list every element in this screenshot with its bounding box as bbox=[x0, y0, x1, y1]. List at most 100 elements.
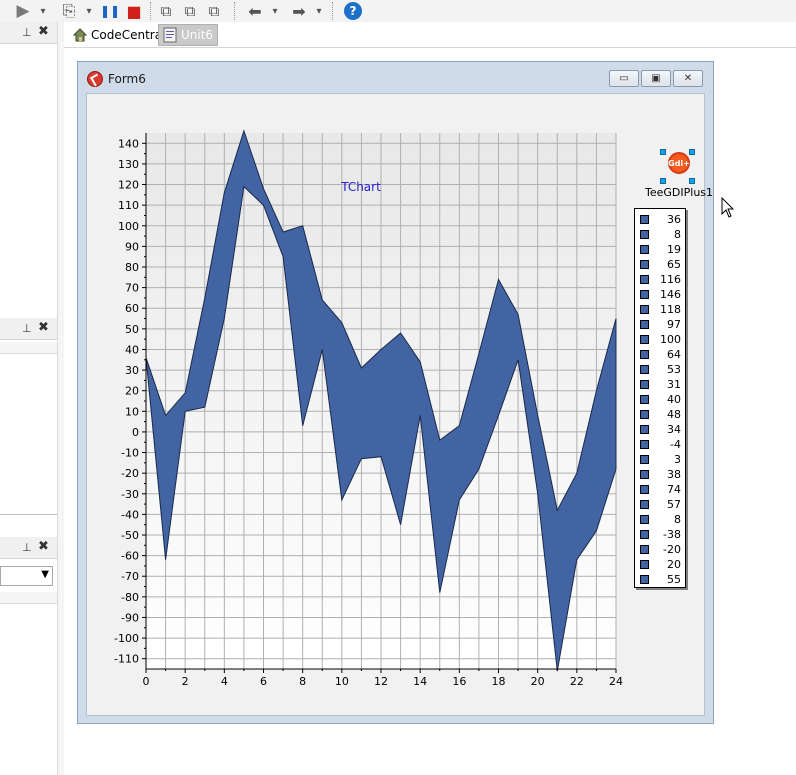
legend-item: 97 bbox=[635, 317, 687, 332]
stop-icon[interactable]: ■ bbox=[124, 0, 144, 22]
toolbar-separator bbox=[234, 2, 235, 20]
legend-item: -38 bbox=[635, 527, 687, 542]
forward-icon[interactable]: ➡ bbox=[288, 0, 310, 22]
tab-unit6[interactable]: Unit6 bbox=[158, 24, 219, 46]
step-over-icon[interactable]: ⎘ bbox=[58, 0, 80, 22]
forward-dropdown-icon[interactable]: ▾ bbox=[314, 0, 324, 22]
close-icon[interactable]: ✖ bbox=[38, 539, 49, 554]
y-tick-label: 70 bbox=[125, 282, 139, 295]
toolbar-separator bbox=[332, 2, 333, 20]
align-icon[interactable]: ⧉ bbox=[204, 0, 224, 22]
legend-swatch bbox=[640, 275, 649, 284]
mouse-cursor-icon bbox=[721, 197, 735, 218]
toolbar-separator bbox=[150, 2, 151, 20]
legend-item: 65 bbox=[635, 257, 687, 272]
selection-handle[interactable] bbox=[660, 178, 666, 184]
pin-icon[interactable]: ⊥ bbox=[22, 541, 32, 554]
legend-swatch bbox=[640, 560, 649, 569]
legend-label: -20 bbox=[663, 543, 681, 556]
gdi-plus-icon[interactable]: Gdi+ bbox=[668, 152, 690, 174]
close-icon[interactable]: ✖ bbox=[38, 320, 49, 335]
back-icon[interactable]: ⬅ bbox=[244, 0, 266, 22]
legend-label: 40 bbox=[667, 393, 681, 406]
legend-swatch bbox=[640, 410, 649, 419]
delphi-icon bbox=[87, 71, 103, 87]
legend-swatch bbox=[640, 545, 649, 554]
x-tick-label: 0 bbox=[143, 675, 150, 688]
legend-label: 34 bbox=[667, 423, 681, 436]
y-tick-label: 60 bbox=[125, 302, 139, 315]
copy-form-icon[interactable]: ⧉ bbox=[156, 0, 176, 22]
legend-label: 116 bbox=[660, 273, 681, 286]
legend-label: 48 bbox=[667, 408, 681, 421]
legend-item: -20 bbox=[635, 542, 687, 557]
minimize-button[interactable]: ▭ bbox=[609, 70, 639, 87]
back-dropdown-icon[interactable]: ▾ bbox=[270, 0, 280, 22]
y-tick-label: 80 bbox=[125, 261, 139, 274]
form-client-area[interactable]: -110 -100 -90 -80 -70 -60 -50 -40 -30 -20 -10 0 10 20… bbox=[86, 93, 713, 717]
close-icon[interactable]: ✖ bbox=[38, 24, 49, 39]
y-tick-label: -100 bbox=[114, 632, 139, 645]
legend-item: 116 bbox=[635, 272, 687, 287]
y-tick-label: -60 bbox=[121, 550, 139, 563]
paste-form-icon[interactable]: ⧉ bbox=[180, 0, 200, 22]
left-dock-panels: ⊥ ✖ ⊥ ✖ ⊥ ✖ ▼ bbox=[0, 22, 58, 775]
help-icon[interactable]: ? bbox=[344, 2, 362, 20]
y-tick-label: -20 bbox=[121, 467, 139, 480]
selection-handle[interactable] bbox=[660, 149, 666, 155]
legend-swatch bbox=[640, 365, 649, 374]
maximize-button[interactable]: ▣ bbox=[641, 70, 671, 87]
x-tick-label: 20 bbox=[531, 675, 545, 688]
legend-label: 31 bbox=[667, 378, 681, 391]
x-tick-label: 6 bbox=[260, 675, 267, 688]
y-tick-label: -10 bbox=[121, 447, 139, 460]
ide-toolbar: ▶ ▾ ⎘ ▾ ❚❚ ■ ⧉ ⧉ ⧉ ⬅ ▾ ➡ ▾ ? bbox=[0, 0, 796, 22]
x-tick-label: 22 bbox=[570, 675, 584, 688]
x-tick-label: 12 bbox=[374, 675, 388, 688]
y-tick-label: 110 bbox=[118, 199, 139, 212]
y-tick-label: 40 bbox=[125, 343, 139, 356]
selection-handle[interactable] bbox=[689, 149, 695, 155]
x-tick-label: 14 bbox=[413, 675, 427, 688]
splitter[interactable] bbox=[58, 22, 64, 775]
pause-icon[interactable]: ❚❚ bbox=[100, 0, 120, 22]
legend-swatch bbox=[640, 440, 649, 449]
y-tick-label: 100 bbox=[118, 220, 139, 233]
pin-icon[interactable]: ⊥ bbox=[22, 26, 32, 39]
legend-swatch bbox=[640, 245, 649, 254]
dock-combo-box[interactable]: ▼ bbox=[0, 566, 53, 586]
tchart[interactable]: -110-100-90-80-70-60-50-40-30-20-1001020… bbox=[87, 94, 706, 717]
legend-swatch bbox=[640, 530, 649, 539]
legend-item: -4 bbox=[635, 437, 687, 452]
y-tick-label: -80 bbox=[121, 591, 139, 604]
form-window[interactable]: Form6 ▭ ▣ ✕ -110 -100 -90 -80 -70 -60 -50 -40 -3… bbox=[77, 61, 714, 724]
legend-item: 31 bbox=[635, 377, 687, 392]
x-tick-label: 10 bbox=[335, 675, 349, 688]
legend-item: 38 bbox=[635, 467, 687, 482]
tab-codecentral[interactable]: CodeCentral bbox=[68, 24, 169, 46]
step-dropdown-icon[interactable]: ▾ bbox=[84, 0, 94, 22]
y-tick-label: -40 bbox=[121, 508, 139, 521]
x-tick-label: 18 bbox=[492, 675, 506, 688]
legend-label: 36 bbox=[667, 213, 681, 226]
close-button[interactable]: ✕ bbox=[673, 70, 703, 87]
selection-handle[interactable] bbox=[689, 178, 695, 184]
run-dropdown-icon[interactable]: ▾ bbox=[38, 0, 48, 22]
y-tick-label: 50 bbox=[125, 323, 139, 336]
x-tick-label: 4 bbox=[221, 675, 228, 688]
x-tick-label: 24 bbox=[609, 675, 623, 688]
pin-icon[interactable]: ⊥ bbox=[22, 322, 32, 335]
legend-swatch bbox=[640, 305, 649, 314]
y-tick-label: 120 bbox=[118, 179, 139, 192]
legend-item: 3 bbox=[635, 452, 687, 467]
y-tick-label: -110 bbox=[114, 653, 139, 666]
legend-swatch bbox=[640, 515, 649, 524]
legend-swatch bbox=[640, 455, 649, 464]
legend-swatch bbox=[640, 380, 649, 389]
legend-item: 53 bbox=[635, 362, 687, 377]
legend-item: 8 bbox=[635, 512, 687, 527]
legend-label: 8 bbox=[674, 228, 681, 241]
y-tick-label: 20 bbox=[125, 385, 139, 398]
run-icon[interactable]: ▶ bbox=[12, 0, 34, 22]
dock-panel-strip bbox=[0, 592, 57, 604]
